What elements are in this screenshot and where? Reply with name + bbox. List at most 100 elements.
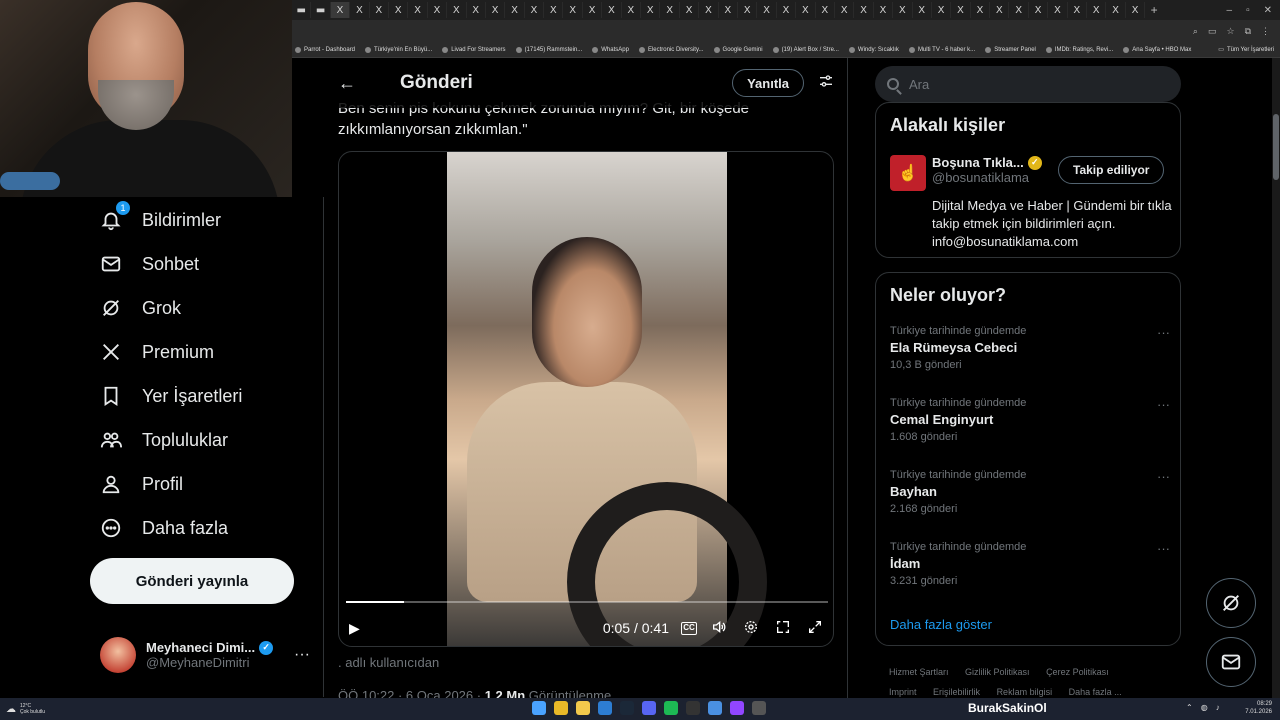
nav-item-grok[interactable]: Grok bbox=[98, 295, 181, 321]
browser-tab[interactable]: X bbox=[350, 2, 370, 18]
obs-icon[interactable] bbox=[752, 701, 766, 715]
bookmark-item[interactable]: WhatsApp bbox=[592, 46, 629, 53]
bookmark-item[interactable]: Livad For Streamers bbox=[442, 46, 506, 53]
play-icon[interactable]: ▶ bbox=[349, 620, 360, 637]
browser-tab[interactable]: X bbox=[913, 2, 932, 18]
video-player[interactable]: ▶ 0:05 / 0:41 CC bbox=[338, 151, 834, 647]
network-icon[interactable]: ◍ bbox=[1201, 703, 1208, 712]
page-scrollbar[interactable] bbox=[1272, 58, 1280, 698]
browser-tab[interactable]: X bbox=[486, 2, 506, 18]
browser-tab[interactable]: X bbox=[951, 2, 971, 18]
bookmark-item[interactable]: Windy: Sıcaklık bbox=[848, 46, 899, 53]
browser-tab[interactable]: X bbox=[408, 2, 428, 18]
browser-tab[interactable]: X bbox=[544, 2, 564, 18]
weather-icon[interactable]: ☁ bbox=[6, 704, 16, 715]
browser-tab[interactable]: X bbox=[428, 2, 448, 18]
fullscreen-icon[interactable] bbox=[805, 619, 825, 638]
footer-link[interactable]: Gizlilik Politikası bbox=[965, 667, 1030, 677]
browser-tab[interactable]: X bbox=[1029, 2, 1049, 18]
browser-tab[interactable]: X bbox=[583, 2, 603, 18]
messages-fab-button[interactable] bbox=[1206, 637, 1256, 687]
system-clock[interactable]: 08:29 7.01.2026 bbox=[1245, 700, 1272, 716]
start-icon[interactable] bbox=[532, 701, 546, 715]
browser-tab[interactable]: X bbox=[719, 2, 738, 18]
browser-tab[interactable]: X bbox=[660, 2, 680, 18]
browser-tab[interactable]: X bbox=[370, 2, 389, 18]
back-arrow-icon[interactable]: ← bbox=[338, 73, 378, 94]
more-icon[interactable]: ··· bbox=[1157, 397, 1170, 412]
bookmark-item[interactable]: (19) Alert Box / Stre... bbox=[772, 46, 839, 53]
browser-tab[interactable]: ▬ bbox=[292, 2, 312, 18]
video-progress-bar[interactable] bbox=[346, 601, 828, 603]
bookmark-item[interactable]: IMDb: Ratings, Revi... bbox=[1045, 46, 1113, 53]
trend-item[interactable]: Türkiye tarihinde gündemde İdam 3.231 gö… bbox=[890, 541, 1170, 587]
trend-item[interactable]: Türkiye tarihinde gündemde Bayhan 2.168 … bbox=[890, 469, 1170, 515]
bookmark-item[interactable]: (17145) Rammstein... bbox=[515, 46, 582, 53]
maximize-icon[interactable]: ▫ bbox=[1246, 5, 1250, 16]
cast-icon[interactable]: ▭ bbox=[1208, 26, 1217, 37]
nav-item-communities[interactable]: Topluluklar bbox=[98, 427, 228, 453]
zoom-icon[interactable]: ⌕ bbox=[1193, 26, 1198, 37]
bookmark-item[interactable]: Ana Sayfa • HBO Max bbox=[1123, 46, 1191, 53]
browser-tab[interactable]: X bbox=[990, 2, 1010, 18]
footer-link[interactable]: Hizmet Şartları bbox=[889, 667, 949, 677]
bookmark-item[interactable]: Parrot - Dashboard bbox=[295, 46, 355, 53]
browser-tab[interactable]: X bbox=[1087, 2, 1107, 18]
browser-tab-active[interactable]: X bbox=[330, 2, 351, 18]
weather-widget[interactable]: 12°C Çok bulutlu bbox=[20, 703, 45, 715]
scrollbar-thumb[interactable] bbox=[1273, 114, 1279, 180]
nav-item-profile[interactable]: Profil bbox=[98, 471, 183, 497]
account-switcher[interactable]: Meyhaneci Dimi... ✓ @MeyhaneDimitri ··· bbox=[100, 637, 310, 673]
browser-tab[interactable]: X bbox=[505, 2, 525, 18]
browser-tab[interactable]: X bbox=[932, 2, 952, 18]
browser-tab[interactable]: X bbox=[874, 2, 894, 18]
volume-icon[interactable]: ♪ bbox=[1216, 703, 1220, 712]
footer-link[interactable]: Reklam bilgisi bbox=[997, 687, 1053, 697]
search-input[interactable] bbox=[909, 76, 1149, 92]
twitch-icon[interactable] bbox=[730, 701, 744, 715]
browser-tab[interactable]: X bbox=[835, 2, 855, 18]
footer-link[interactable]: Daha fazla ... bbox=[1069, 687, 1122, 697]
star-icon[interactable]: ☆ bbox=[1226, 26, 1234, 37]
minimize-icon[interactable]: – bbox=[1227, 5, 1233, 16]
new-tab-button[interactable]: + bbox=[1145, 3, 1163, 17]
edge-icon[interactable] bbox=[598, 701, 612, 715]
browser-tab[interactable]: X bbox=[699, 2, 719, 18]
all-bookmarks[interactable]: ▭ Tüm Yer İşaretleri bbox=[1218, 46, 1280, 54]
browser-tab[interactable]: X bbox=[854, 2, 874, 18]
browser-tab[interactable]: X bbox=[1126, 2, 1146, 18]
discord-icon[interactable] bbox=[642, 701, 656, 715]
captions-icon[interactable]: CC bbox=[681, 621, 697, 635]
pip-icon[interactable] bbox=[773, 619, 793, 638]
bookmark-item[interactable]: Streamer Panel bbox=[985, 46, 1036, 53]
browser-tab[interactable]: X bbox=[757, 2, 777, 18]
browser-tab[interactable]: ▬ bbox=[311, 2, 331, 18]
bookmark-item[interactable]: Multi TV - 6 haber k... bbox=[908, 46, 975, 53]
app-icon[interactable] bbox=[708, 701, 722, 715]
bookmark-item[interactable]: Google Gemini bbox=[713, 46, 763, 53]
menu-icon[interactable]: ⋮ bbox=[1261, 26, 1270, 37]
browser-tab[interactable]: X bbox=[796, 2, 816, 18]
browser-tab[interactable]: X bbox=[563, 2, 583, 18]
more-icon[interactable]: ··· bbox=[1157, 469, 1170, 484]
nav-item-premium[interactable]: Premium bbox=[98, 339, 214, 365]
browser-tab[interactable]: X bbox=[893, 2, 913, 18]
extensions-icon[interactable]: ⧉ bbox=[1245, 26, 1251, 37]
spotify-icon[interactable] bbox=[664, 701, 678, 715]
epic-games-icon[interactable] bbox=[686, 701, 700, 715]
browser-tab[interactable]: X bbox=[641, 2, 661, 18]
nav-item-notifications[interactable]: 1 Bildirimler bbox=[98, 201, 221, 233]
nav-item-bookmarks[interactable]: Yer İşaretleri bbox=[98, 383, 242, 409]
browser-tab[interactable]: X bbox=[447, 2, 467, 18]
chrome-icon[interactable] bbox=[554, 701, 568, 715]
browser-tab[interactable]: X bbox=[777, 2, 797, 18]
show-more-link[interactable]: Daha fazla göster bbox=[890, 617, 992, 632]
close-icon[interactable]: ✕ bbox=[1264, 5, 1272, 16]
reply-button[interactable]: Yanıtla bbox=[732, 69, 804, 97]
more-icon[interactable]: ··· bbox=[1157, 325, 1170, 340]
more-icon[interactable]: ··· bbox=[1157, 541, 1170, 556]
browser-tab[interactable]: X bbox=[602, 2, 622, 18]
browser-tab[interactable]: X bbox=[525, 2, 545, 18]
gear-icon[interactable] bbox=[741, 619, 761, 638]
browser-tab[interactable]: X bbox=[1106, 2, 1126, 18]
